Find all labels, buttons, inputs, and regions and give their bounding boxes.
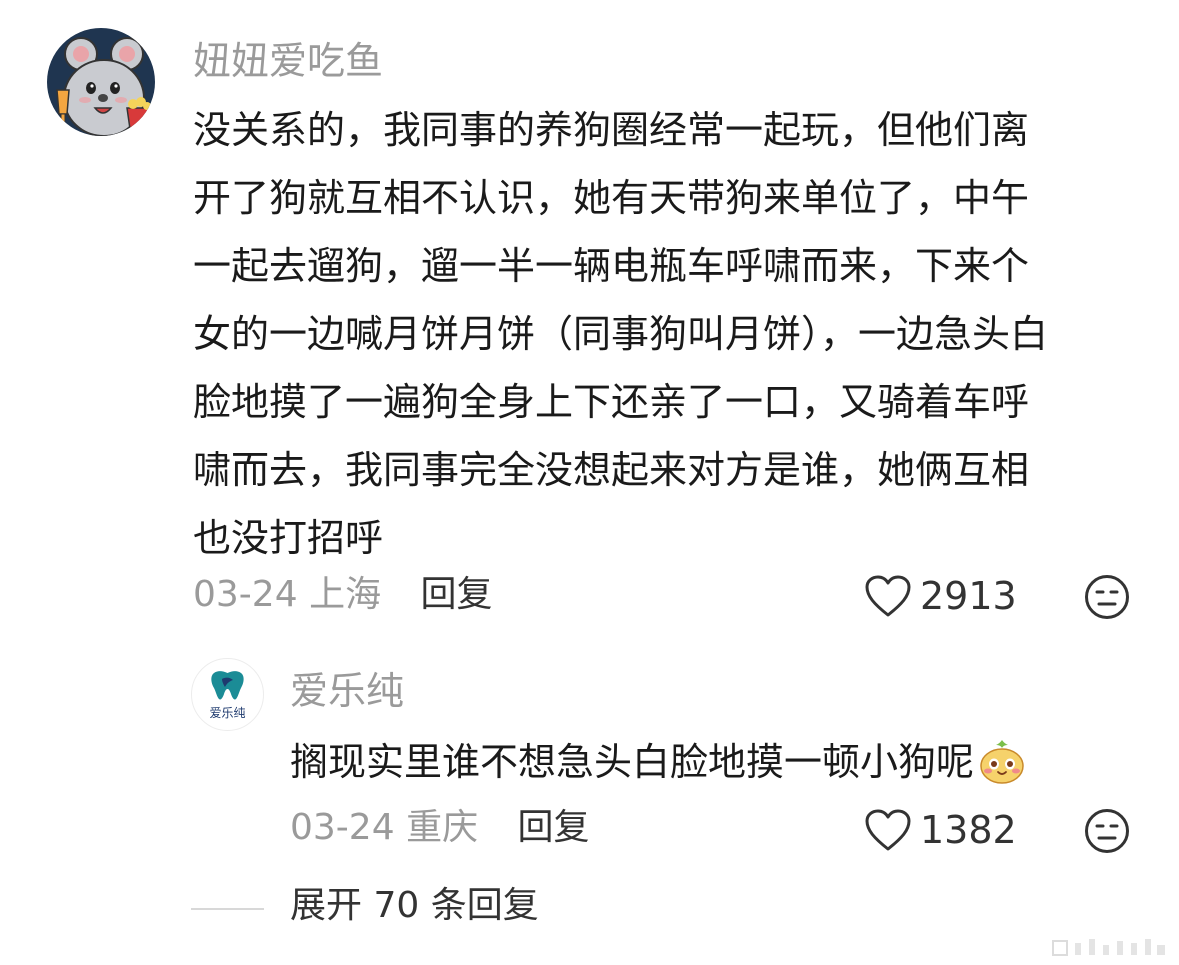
divider xyxy=(191,908,264,910)
dislike-button[interactable] xyxy=(1084,574,1130,620)
like-button[interactable]: 1382 xyxy=(864,808,1017,852)
comment-meta: 03-24 重庆 回复 xyxy=(290,810,590,846)
like-count: 1382 xyxy=(920,808,1017,852)
comment-text-line: 女的一边喊月饼月饼（同事狗叫月饼），一边急头白 xyxy=(193,312,1049,356)
meh-face-icon xyxy=(1085,575,1129,619)
comment-text-line: 一起去遛狗，遛一半一辆电瓶车呼啸而来，下来个 xyxy=(193,244,1030,288)
blushing-face-emoji-icon xyxy=(980,740,1024,784)
comment-text: 没关系的，我同事的养狗圈经常一起玩，但他们离 开了狗就互相不认识，她有天带狗来单… xyxy=(193,96,1123,572)
comment-username[interactable]: 妞妞爱吃鱼 xyxy=(193,42,383,80)
comment-text-line: 开了狗就互相不认识，她有天带狗来单位了，中午 xyxy=(193,176,1030,220)
reply-button[interactable]: 回复 xyxy=(421,574,493,615)
heart-icon xyxy=(865,809,911,851)
dislike-button[interactable] xyxy=(1084,808,1130,854)
heart-icon xyxy=(865,575,911,617)
comment-username[interactable]: 爱乐纯 xyxy=(290,672,404,710)
reply-text: 搁现实里谁不想急头白脸地摸一顿小狗呢 xyxy=(290,728,1026,796)
meh-face-icon xyxy=(1085,809,1129,853)
expand-replies-button[interactable]: 展开 70 条回复 xyxy=(290,888,539,924)
comment-location: 上海 xyxy=(309,574,382,615)
watermark-graphic xyxy=(1052,939,1165,956)
like-button[interactable]: 2913 xyxy=(864,574,1017,618)
like-count: 2913 xyxy=(920,574,1017,618)
mouse-cartoon-avatar-icon xyxy=(47,28,155,136)
comment-text-line: 啸而去，我同事完全没想起来对方是谁，她俩互相 xyxy=(193,448,1030,492)
comment-text-line: 没关系的，我同事的养狗圈经常一起玩，但他们离 xyxy=(193,108,1030,152)
avatar-brand-text: 爱乐纯 xyxy=(209,706,245,720)
comment-date: 03-24 xyxy=(290,807,395,848)
comment-meta: 03-24 上海 回复 xyxy=(193,577,493,613)
tooth-logo-icon: 爱乐纯 xyxy=(209,671,246,720)
reply-text-content: 搁现实里谁不想急头白脸地摸一顿小狗呢 xyxy=(290,740,975,784)
reply-button[interactable]: 回复 xyxy=(518,807,590,848)
comment-date: 03-24 xyxy=(193,574,298,615)
comment-location: 重庆 xyxy=(406,807,479,848)
comment-text-line: 脸地摸了一遍狗全身上下还亲了一口，又骑着车呼 xyxy=(193,380,1030,424)
avatar[interactable]: 爱乐纯 xyxy=(191,658,264,731)
comment-text-line: 也没打招呼 xyxy=(193,516,384,560)
avatar[interactable] xyxy=(47,28,155,136)
